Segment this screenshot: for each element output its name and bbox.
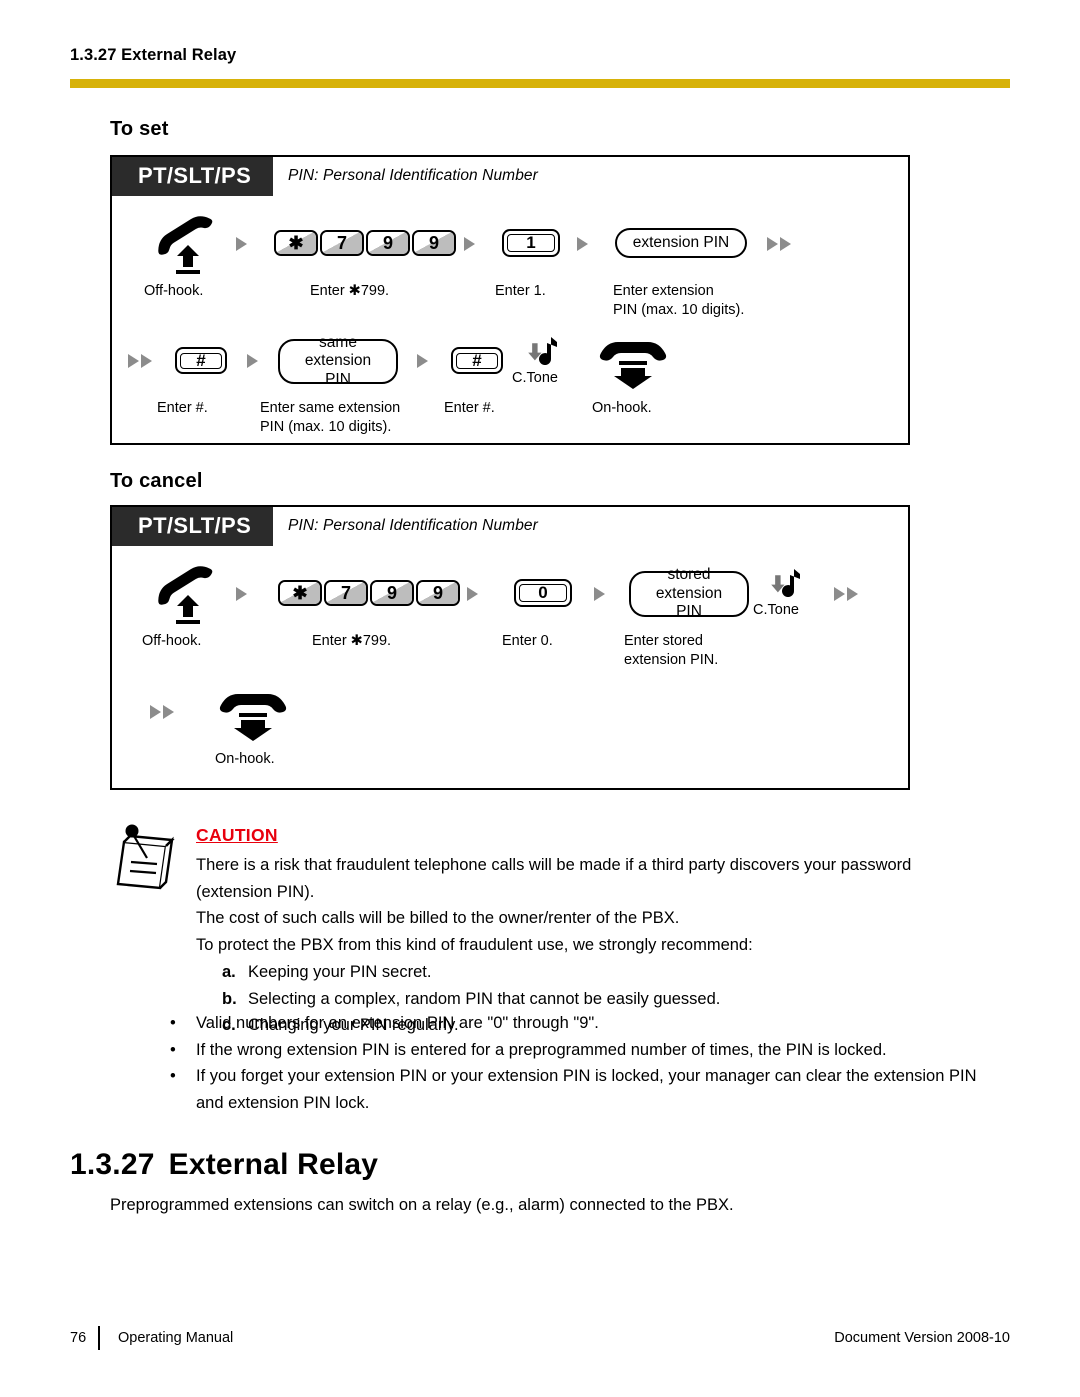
arrow-c2	[467, 587, 478, 601]
to-set-capsule-extension-pin[interactable]: extension PIN	[615, 228, 747, 258]
bullet-text: Valid numbers for an extension PIN are "…	[196, 1014, 599, 1032]
to-set-key-hash-1[interactable]: #	[175, 347, 227, 374]
key-star[interactable]: ✱	[278, 580, 322, 606]
bullet-glyph: •	[170, 1014, 176, 1032]
to-set-key-1[interactable]: 1	[502, 229, 560, 257]
key-9-b[interactable]: 9	[416, 580, 460, 606]
to-set-step-offhook	[150, 215, 226, 282]
caution-bullet-item: • If the wrong extension PIN is entered …	[162, 1037, 987, 1064]
to-cancel-keys-star799: ✱ 7 9 9	[278, 580, 462, 606]
section-title: External Relay	[168, 1148, 379, 1181]
bullet-text: If you forget your extension PIN or your…	[196, 1067, 977, 1113]
to-set-caption-extension-pin: Enter extension PIN (max. 10 digits).	[613, 283, 745, 318]
caution-paragraph-2: The cost of such calls will be billed to…	[196, 909, 680, 928]
lettered-text: Selecting a complex, random PIN that can…	[248, 989, 721, 1008]
caution-lettered-item: b. Selecting a complex, random PIN that …	[222, 986, 986, 1013]
arrow-4	[247, 354, 258, 368]
bullet-glyph: •	[170, 1040, 176, 1059]
arrow-3	[577, 237, 588, 251]
key-9-a[interactable]: 9	[370, 580, 414, 606]
caution-paragraph-1: There is a risk that fraudulent telephon…	[196, 856, 912, 901]
to-set-ctone-label: C.Tone	[512, 370, 558, 386]
to-cancel-caption-onhook: On-hook.	[215, 751, 275, 767]
to-set-panel-banner: PT/SLT/PS	[112, 157, 274, 196]
to-set-caption-star799: Enter ✱799.	[310, 283, 390, 299]
to-set-caption-enter-1: Enter 1.	[495, 283, 546, 299]
offhook-handset-icon	[158, 216, 213, 274]
arrow-1	[236, 237, 247, 251]
to-set-capsule-same-extension-pin[interactable]: same extension PIN	[278, 334, 398, 388]
caution-lettered-item: a. Keeping your PIN secret.	[222, 959, 986, 986]
to-set-keys-star799: ✱ 7 9 9	[274, 230, 458, 256]
to-set-caption-onhook: On-hook.	[592, 400, 652, 416]
bullet-glyph: •	[170, 1067, 176, 1086]
to-cancel-caption-star799: Enter ✱799.	[312, 633, 392, 649]
caution-bullets: • Valid numbers for an extension PIN are…	[162, 1010, 987, 1117]
to-set-caption-hash-1: Enter #.	[157, 400, 208, 416]
footer-divider	[98, 1326, 100, 1350]
caution-title: CAUTION	[196, 825, 278, 845]
to-cancel-caption-offhook: Off-hook.	[142, 633, 202, 649]
key-7[interactable]: 7	[324, 580, 368, 606]
to-cancel-panel-banner: PT/SLT/PS	[112, 507, 274, 546]
to-cancel-heading: To cancel	[110, 470, 203, 492]
to-cancel-step-onhook	[217, 689, 289, 746]
section-number: 1.3.27	[70, 1148, 155, 1181]
bullet-text: If the wrong extension PIN is entered fo…	[196, 1040, 887, 1059]
to-cancel-step-offhook	[150, 565, 226, 632]
caution-bullet-item: • Valid numbers for an extension PIN are…	[162, 1010, 987, 1037]
tone-note-icon	[771, 569, 800, 598]
lettered-text: Keeping your PIN secret.	[248, 962, 432, 981]
offhook-handset-icon	[158, 566, 213, 624]
header-accent-rule	[70, 79, 1010, 88]
to-set-panel: PT/SLT/PS PIN: Personal Identification N…	[110, 155, 910, 445]
key-9-a[interactable]: 9	[366, 230, 410, 256]
to-set-caption-offhook: Off-hook.	[144, 283, 204, 299]
section-body-1327: Preprogrammed extensions can switch on a…	[110, 1196, 734, 1214]
section-heading-1327: 1.3.27 External Relay	[70, 1148, 378, 1182]
to-cancel-key-0[interactable]: 0	[514, 579, 572, 607]
to-set-heading: To set	[110, 118, 169, 140]
to-cancel-capsule-stored-pin[interactable]: stored extension PIN	[629, 566, 749, 620]
to-set-caption-hash-2: Enter #.	[444, 400, 495, 416]
key-star[interactable]: ✱	[274, 230, 318, 256]
arrow-wrap-back-2	[150, 705, 174, 719]
to-set-caption-same-pin: Enter same extension PIN (max. 10 digits…	[260, 400, 401, 435]
to-set-panel-note: PIN: Personal Identification Number	[288, 167, 538, 184]
onhook-handset-icon	[599, 342, 667, 389]
to-cancel-caption-enter-0: Enter 0.	[502, 633, 553, 649]
arrow-c3	[594, 587, 605, 601]
arrow-wrap-forward-2	[834, 587, 858, 601]
footer-manual-title: Operating Manual	[118, 1330, 234, 1346]
footer-page-number: 76	[70, 1330, 87, 1346]
to-cancel-ctone-label: C.Tone	[753, 602, 799, 618]
running-header: 1.3.27 External Relay	[70, 46, 237, 64]
footer-document-version: Document Version 2008-10	[834, 1330, 1010, 1346]
onhook-handset-icon	[219, 694, 287, 741]
to-set-step-onhook	[597, 337, 669, 394]
key-7[interactable]: 7	[320, 230, 364, 256]
caution-note-icon-wrap	[102, 818, 184, 901]
note-pushpin-icon	[116, 824, 175, 890]
to-set-key-hash-2[interactable]: #	[451, 347, 503, 374]
lettered-mark: a.	[222, 962, 236, 981]
arrow-c1	[236, 587, 247, 601]
caution-bullet-item: • If you forget your extension PIN or yo…	[162, 1063, 987, 1116]
arrow-wrap-forward-1	[767, 237, 791, 251]
to-cancel-panel-note: PIN: Personal Identification Number	[288, 517, 538, 534]
to-cancel-caption-stored-pin: Enter stored extension PIN.	[624, 633, 719, 668]
key-9-b[interactable]: 9	[412, 230, 456, 256]
tone-note-icon	[528, 337, 557, 366]
to-cancel-panel: PT/SLT/PS PIN: Personal Identification N…	[110, 505, 910, 790]
arrow-5	[417, 354, 428, 368]
arrow-wrap-back-1	[128, 354, 152, 368]
lettered-mark: b.	[222, 989, 237, 1008]
arrow-2	[464, 237, 475, 251]
caution-paragraph-3: To protect the PBX from this kind of fra…	[196, 936, 753, 955]
